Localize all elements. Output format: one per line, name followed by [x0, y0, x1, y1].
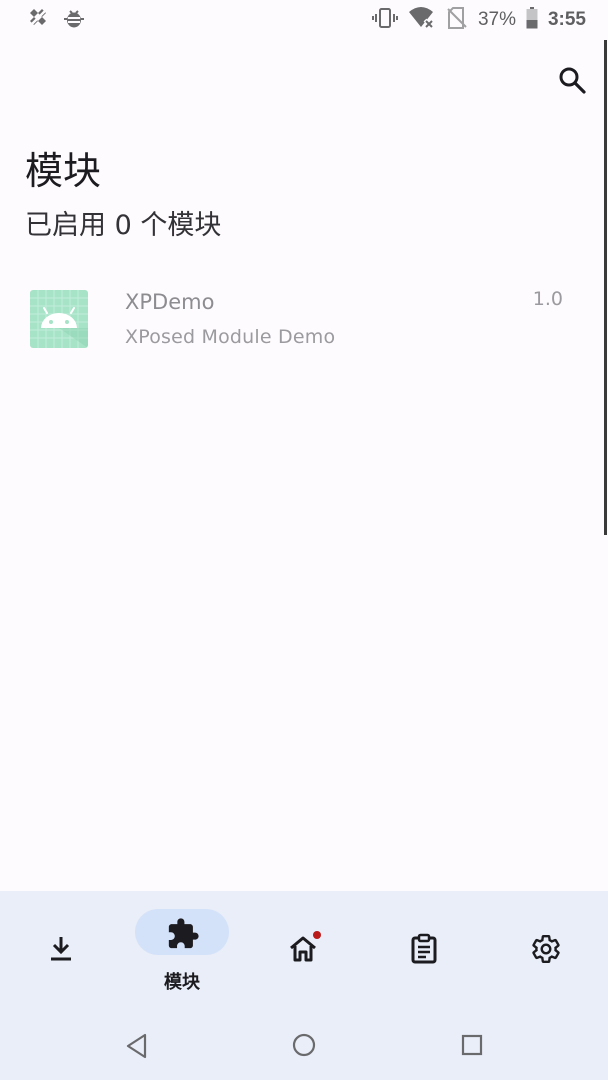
- android-app-icon: [30, 290, 88, 348]
- wifi-off-icon: [408, 6, 436, 34]
- battery-icon: [526, 7, 538, 33]
- nav-item-modules[interactable]: [121, 891, 242, 1013]
- battery-percent: 37%: [477, 9, 516, 30]
- back-icon[interactable]: [125, 1033, 149, 1063]
- vibrate-icon: [371, 6, 398, 34]
- system-navigation-bar: [0, 1013, 608, 1080]
- enabled-modules-count: 已启用 0 个模块: [25, 210, 222, 241]
- nav-item-logs[interactable]: [363, 891, 484, 1013]
- module-description: XPosed Module Demo: [125, 326, 336, 348]
- scrollbar[interactable]: [604, 40, 607, 535]
- nav-label-modules: 模块: [164, 972, 200, 993]
- nav-item-repository[interactable]: [0, 891, 121, 1013]
- search-button[interactable]: [552, 62, 592, 102]
- nav-item-settings[interactable]: [484, 891, 605, 1013]
- module-version: 1.0: [532, 288, 563, 310]
- module-name: XPDemo: [125, 290, 215, 314]
- bug-debug-icon: [62, 6, 86, 34]
- puzzle-icon: [166, 917, 199, 949]
- no-sim-icon: [446, 6, 468, 34]
- clock: 3:55: [547, 9, 586, 30]
- clipboard-icon: [408, 933, 440, 965]
- status-bar: 37% 3:55: [0, 0, 608, 38]
- bottom-navigation: 模块: [0, 891, 608, 1013]
- home-badge: [313, 931, 321, 939]
- home-circle-icon[interactable]: [292, 1033, 316, 1061]
- nav-item-home[interactable]: [242, 891, 363, 1013]
- no-cellular-data-icon: [26, 6, 50, 34]
- gear-icon: [530, 933, 562, 965]
- recents-icon[interactable]: [461, 1034, 483, 1060]
- page-title: 模块: [25, 149, 102, 193]
- module-list-item[interactable]: XPDemo XPosed Module Demo 1.0: [0, 272, 600, 368]
- search-icon: [558, 66, 586, 98]
- download-icon: [45, 933, 77, 965]
